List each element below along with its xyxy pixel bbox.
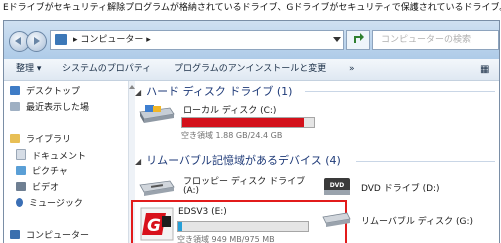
sidebar-item-desktop[interactable]: デスクトップ xyxy=(10,85,80,99)
sidebar-item-label: コンピューター xyxy=(26,231,90,241)
hard-disk-icon xyxy=(139,105,175,123)
refresh-icon xyxy=(354,33,364,43)
view-options-icon[interactable]: ▦ xyxy=(480,59,489,80)
navigation-bar: ▸ コンピューター ▸ コンピューターの検索 xyxy=(4,21,499,59)
command-bar: 整理 ▾ システムのプロパティ プログラムのアンインストールと変更 » ▦ xyxy=(4,59,499,81)
pictures-icon xyxy=(16,166,26,175)
forward-arrow-icon xyxy=(34,37,40,45)
dvd-drive-icon: DVD xyxy=(324,178,350,195)
collapse-triangle-icon: ◢ xyxy=(135,157,142,166)
sidebar-item-label: ビデオ xyxy=(32,183,60,193)
sidebar-item-label: ライブラリ xyxy=(26,135,72,145)
computer-icon xyxy=(10,230,20,239)
sidebar-item-library[interactable]: ライブラリ xyxy=(10,133,71,147)
content-pane: ◢ ハード ディスク ドライブ (1) ローカル ディスク (C:) 空き領域 1… xyxy=(131,81,499,243)
documents-icon xyxy=(16,149,26,160)
floppy-drive-icon xyxy=(139,180,175,196)
dvd-icon-label: DVD xyxy=(330,182,345,189)
group-title: リムーバブル記憶域があるデバイス (4) xyxy=(146,154,341,167)
breadcrumb[interactable]: ▸ コンピューター ▸ xyxy=(73,31,151,49)
drive-name: ローカル ディスク (C:) xyxy=(183,106,277,116)
sidebar-item-label: ピクチャ xyxy=(32,167,68,177)
more-commands-button[interactable]: » xyxy=(349,59,355,80)
group-divider xyxy=(356,161,495,162)
address-bar[interactable]: ▸ コンピューター ▸ xyxy=(50,30,344,50)
drive-name: リムーバブル ディスク (G:) xyxy=(361,217,474,227)
sidebar-item-documents[interactable]: ドキュメント xyxy=(16,149,86,163)
sidebar-item-pictures[interactable]: ピクチャ xyxy=(16,165,68,179)
group-header-hdd[interactable]: ◢ ハード ディスク ドライブ (1) xyxy=(135,83,292,99)
drive-free-space: 空き領域 1.88 GB/24.4 GB xyxy=(181,131,283,140)
explorer-window: ▸ コンピューター ▸ コンピューターの検索 整理 ▾ システムのプロパティ プ… xyxy=(3,20,500,243)
sidebar-item-label: ドキュメント xyxy=(32,152,87,162)
drive-name-letter: (A:) xyxy=(183,186,200,196)
sidebar-item-label: ミュージック xyxy=(29,199,83,209)
system-properties-button[interactable]: システムのプロパティ xyxy=(62,59,151,80)
address-dropdown-button[interactable] xyxy=(331,30,343,48)
uninstall-program-button[interactable]: プログラムのアンインストールと変更 xyxy=(174,59,326,80)
back-arrow-icon xyxy=(15,37,21,45)
navigation-pane: デスクトップ 最近表示した場 ライブラリ ドキュメント ピクチャ ビデオ ミュー… xyxy=(4,81,128,243)
sidebar-item-videos[interactable]: ビデオ xyxy=(16,181,59,195)
drive-usage-fill xyxy=(182,118,304,127)
refresh-button[interactable] xyxy=(346,30,370,50)
sidebar-item-label: デスクトップ xyxy=(26,87,81,97)
videos-icon xyxy=(16,182,26,191)
collapse-triangle-icon: ◢ xyxy=(135,88,142,97)
computer-icon xyxy=(55,34,67,45)
sidebar-item-recent-places[interactable]: 最近表示した場 xyxy=(10,101,89,115)
drive-name: DVD ドライブ (D:) xyxy=(361,184,440,194)
drive-name: フロッピー ディスク ドライブ xyxy=(183,177,306,187)
forward-button[interactable] xyxy=(26,31,47,52)
group-header-removable[interactable]: ◢ リムーバブル記憶域があるデバイス (4) xyxy=(135,152,341,168)
highlight-box-e xyxy=(131,200,347,243)
removable-disk-icon xyxy=(322,212,351,227)
sidebar-item-computer[interactable]: コンピューター xyxy=(10,229,89,243)
search-input[interactable]: コンピューターの検索 xyxy=(372,30,499,50)
music-icon xyxy=(16,198,23,207)
organize-button[interactable]: 整理 ▾ xyxy=(16,59,41,80)
chevron-down-icon xyxy=(333,37,341,42)
library-icon xyxy=(10,134,20,143)
sidebar-item-label: 最近表示した場 xyxy=(26,103,90,113)
drive-usage-bar xyxy=(181,117,315,128)
recent-places-icon xyxy=(10,102,20,111)
group-title: ハード ディスク ドライブ (1) xyxy=(146,85,293,98)
desktop-icon xyxy=(10,86,20,95)
sidebar-item-music[interactable]: ミュージック xyxy=(16,197,83,211)
search-placeholder: コンピューターの検索 xyxy=(381,35,472,45)
caption-text: Eドライブがセキュリティ解除プログラムが格納されているドライブ、Gドライブがセキ… xyxy=(3,3,501,13)
group-divider xyxy=(305,91,495,92)
